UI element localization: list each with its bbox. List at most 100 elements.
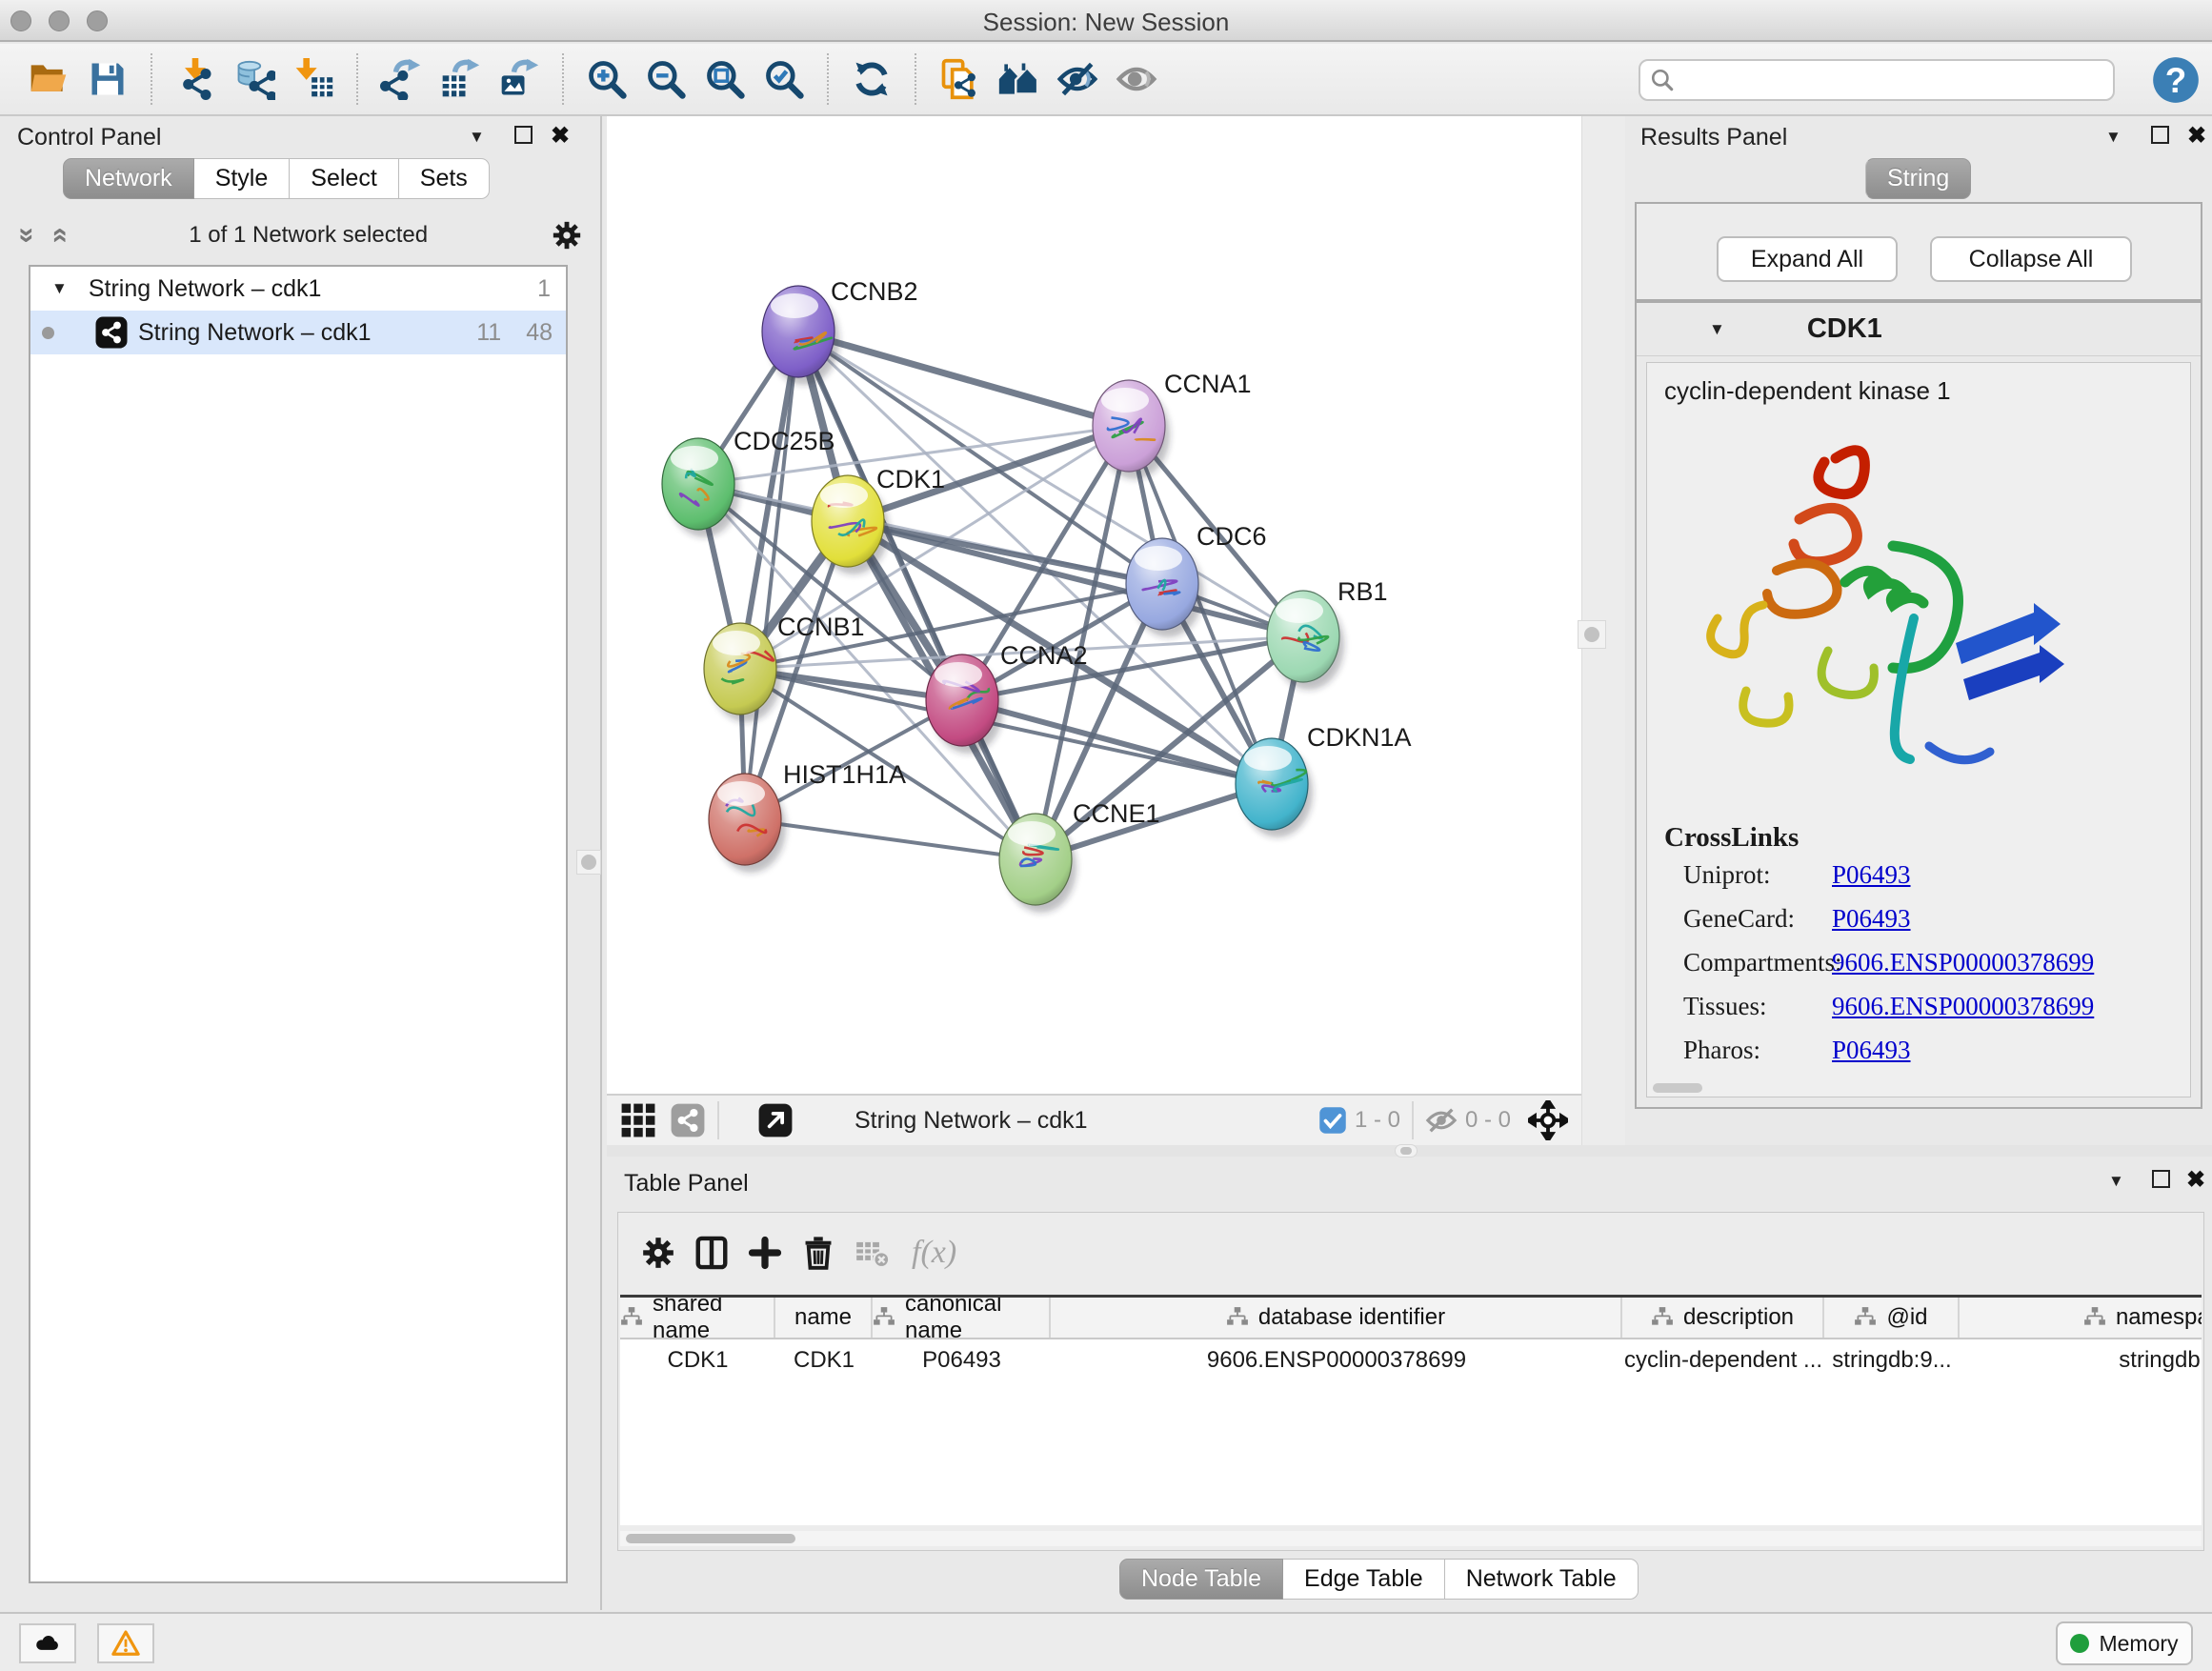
tab-sets[interactable]: Sets: [399, 158, 490, 199]
add-column-icon[interactable]: [738, 1226, 792, 1279]
crosslink-link[interactable]: P06493: [1832, 904, 1911, 948]
string-home-button[interactable]: [989, 51, 1048, 107]
crosslink-link[interactable]: P06493: [1832, 860, 1911, 904]
search-field[interactable]: [1639, 59, 2115, 101]
node-CCNA1[interactable]: CCNA1: [1093, 370, 1252, 479]
import-network-database-button[interactable]: [225, 51, 284, 107]
expand-all-networks-icon[interactable]: »: [49, 228, 68, 244]
node-CCNE1[interactable]: CCNE1: [999, 799, 1160, 913]
search-input[interactable]: [1682, 67, 2113, 93]
grid-view-icon[interactable]: [620, 1102, 656, 1138]
node-RB1[interactable]: RB1: [1267, 577, 1388, 690]
help-button[interactable]: ?: [2151, 55, 2201, 105]
delete-column-trash-icon[interactable]: [792, 1226, 845, 1279]
zoom-in-button[interactable]: [577, 51, 636, 107]
crosslink-row: Tissues:9606.ENSP00000378699: [1683, 992, 2179, 1036]
node-CDK1[interactable]: CDK1: [812, 465, 945, 574]
expand-all-button[interactable]: Expand All: [1717, 236, 1898, 282]
tab-edge-table[interactable]: Edge Table: [1283, 1559, 1445, 1600]
tab-network[interactable]: Network: [63, 158, 194, 199]
network-options-gear-icon[interactable]: [551, 219, 583, 252]
table-horizontal-scrollbar[interactable]: [620, 1531, 2202, 1546]
tab-node-table[interactable]: Node Table: [1119, 1559, 1283, 1600]
table-cell[interactable]: cyclin-dependent ...: [1622, 1339, 1824, 1381]
column-header-description[interactable]: description: [1622, 1298, 1824, 1338]
share-view-icon[interactable]: [670, 1102, 706, 1138]
network-canvas[interactable]: CCNB2 CCNA1 CDC25B CDK1 CDC6 RB1 CCNB1: [607, 116, 1581, 1094]
node-label-CCNE1: CCNE1: [1073, 799, 1160, 828]
results-scrollbar-thumb[interactable]: [1653, 1083, 1702, 1093]
column-header-databaseidentifier[interactable]: database identifier: [1051, 1298, 1622, 1338]
help-icon: ?: [2151, 55, 2201, 105]
collapse-all-button[interactable]: Collapse All: [1930, 236, 2132, 282]
save-session-button[interactable]: [78, 51, 137, 107]
selected-checkbox-icon[interactable]: [1318, 1106, 1347, 1135]
table-settings-gear-icon[interactable]: [632, 1226, 685, 1279]
node-CDKN1A[interactable]: CDKN1A: [1236, 723, 1412, 837]
close-panel-icon[interactable]: ✖: [2187, 122, 2206, 150]
open-session-button[interactable]: [19, 51, 78, 107]
birdseye-view-icon[interactable]: [1528, 1100, 1568, 1140]
node-CDC25B[interactable]: CDC25B: [662, 427, 835, 537]
import-table-file-button[interactable]: [284, 51, 343, 107]
edge-HIST1H1A-CCNE1[interactable]: [745, 819, 1036, 859]
table-cell[interactable]: CDK1: [620, 1339, 775, 1381]
show-columns-icon[interactable]: [685, 1226, 738, 1279]
export-image-button[interactable]: [490, 51, 549, 107]
export-table-button[interactable]: [431, 51, 490, 107]
close-panel-icon[interactable]: ✖: [551, 122, 570, 150]
crosslink-link[interactable]: P06493: [1832, 1036, 1911, 1079]
float-panel-icon[interactable]: [2152, 1170, 2170, 1188]
entry-collapse-icon[interactable]: ▼: [1709, 320, 1725, 339]
panel-menu-icon[interactable]: ▼: [2108, 1172, 2124, 1191]
float-panel-icon[interactable]: [2151, 126, 2169, 144]
hide-selected-button[interactable]: [1048, 51, 1107, 107]
tab-string[interactable]: String: [1865, 158, 1971, 199]
zoom-fit-button[interactable]: [695, 51, 754, 107]
collection-collapse-icon[interactable]: ▼: [51, 279, 68, 298]
column-header-name[interactable]: name: [775, 1298, 873, 1338]
column-header-sharedname[interactable]: shared name: [620, 1298, 775, 1338]
table-cell[interactable]: stringdb: [1960, 1339, 2202, 1381]
edge-CCNA2-CDKN1A[interactable]: [962, 700, 1272, 784]
right-splitter-handle[interactable]: [1578, 620, 1606, 649]
cloud-status-button[interactable]: [19, 1623, 76, 1663]
table-row[interactable]: CDK1CDK1P064939606.ENSP00000378699cyclin…: [620, 1339, 2202, 1381]
zoom-selected-button[interactable]: [754, 51, 814, 107]
hidden-eye-icon[interactable]: [1425, 1104, 1458, 1137]
node-HIST1H1A[interactable]: HIST1H1A: [709, 760, 906, 873]
memory-button[interactable]: Memory: [2056, 1621, 2193, 1665]
crosslink-link[interactable]: 9606.ENSP00000378699: [1832, 992, 2094, 1036]
import-network-file-button[interactable]: [166, 51, 225, 107]
tab-style[interactable]: Style: [194, 158, 291, 199]
float-panel-icon[interactable]: [514, 126, 533, 144]
zoom-out-button[interactable]: [636, 51, 695, 107]
panel-menu-icon[interactable]: ▼: [2105, 128, 2122, 147]
column-header-canonicalname[interactable]: canonical name: [873, 1298, 1051, 1338]
node-CCNB2[interactable]: CCNB2: [762, 277, 918, 385]
table-cell[interactable]: 9606.ENSP00000378699: [1051, 1339, 1622, 1381]
table-cell[interactable]: stringdb:9...: [1824, 1339, 1960, 1381]
bottom-splitter-handle[interactable]: [1395, 1144, 1418, 1158]
table-cell[interactable]: P06493: [873, 1339, 1051, 1381]
network-row-selected[interactable]: String Network – cdk1 11 48: [30, 311, 566, 354]
entry-header[interactable]: ▼ CDK1: [1637, 303, 2201, 356]
network-collection-row[interactable]: ▼ String Network – cdk1 1: [30, 267, 566, 311]
refresh-layout-button[interactable]: [842, 51, 901, 107]
column-header-namespace[interactable]: namespace: [1960, 1298, 2202, 1338]
scrollbar-thumb[interactable]: [626, 1534, 795, 1543]
crosslink-link[interactable]: 9606.ENSP00000378699: [1832, 948, 2094, 992]
collapse-all-networks-icon[interactable]: »: [17, 228, 36, 244]
panel-menu-icon[interactable]: ▼: [469, 128, 485, 147]
close-panel-icon[interactable]: ✖: [2186, 1166, 2205, 1194]
table-cell[interactable]: CDK1: [775, 1339, 873, 1381]
tab-select[interactable]: Select: [290, 158, 398, 199]
clone-network-button[interactable]: [930, 51, 989, 107]
column-header-id[interactable]: @id: [1824, 1298, 1960, 1338]
open-external-icon[interactable]: [757, 1102, 794, 1138]
left-splitter-handle[interactable]: [576, 850, 601, 875]
warning-status-button[interactable]: [97, 1623, 154, 1663]
crosslink-label: Uniprot:: [1683, 860, 1832, 904]
tab-network-table[interactable]: Network Table: [1445, 1559, 1639, 1600]
export-network-button[interactable]: [372, 51, 431, 107]
